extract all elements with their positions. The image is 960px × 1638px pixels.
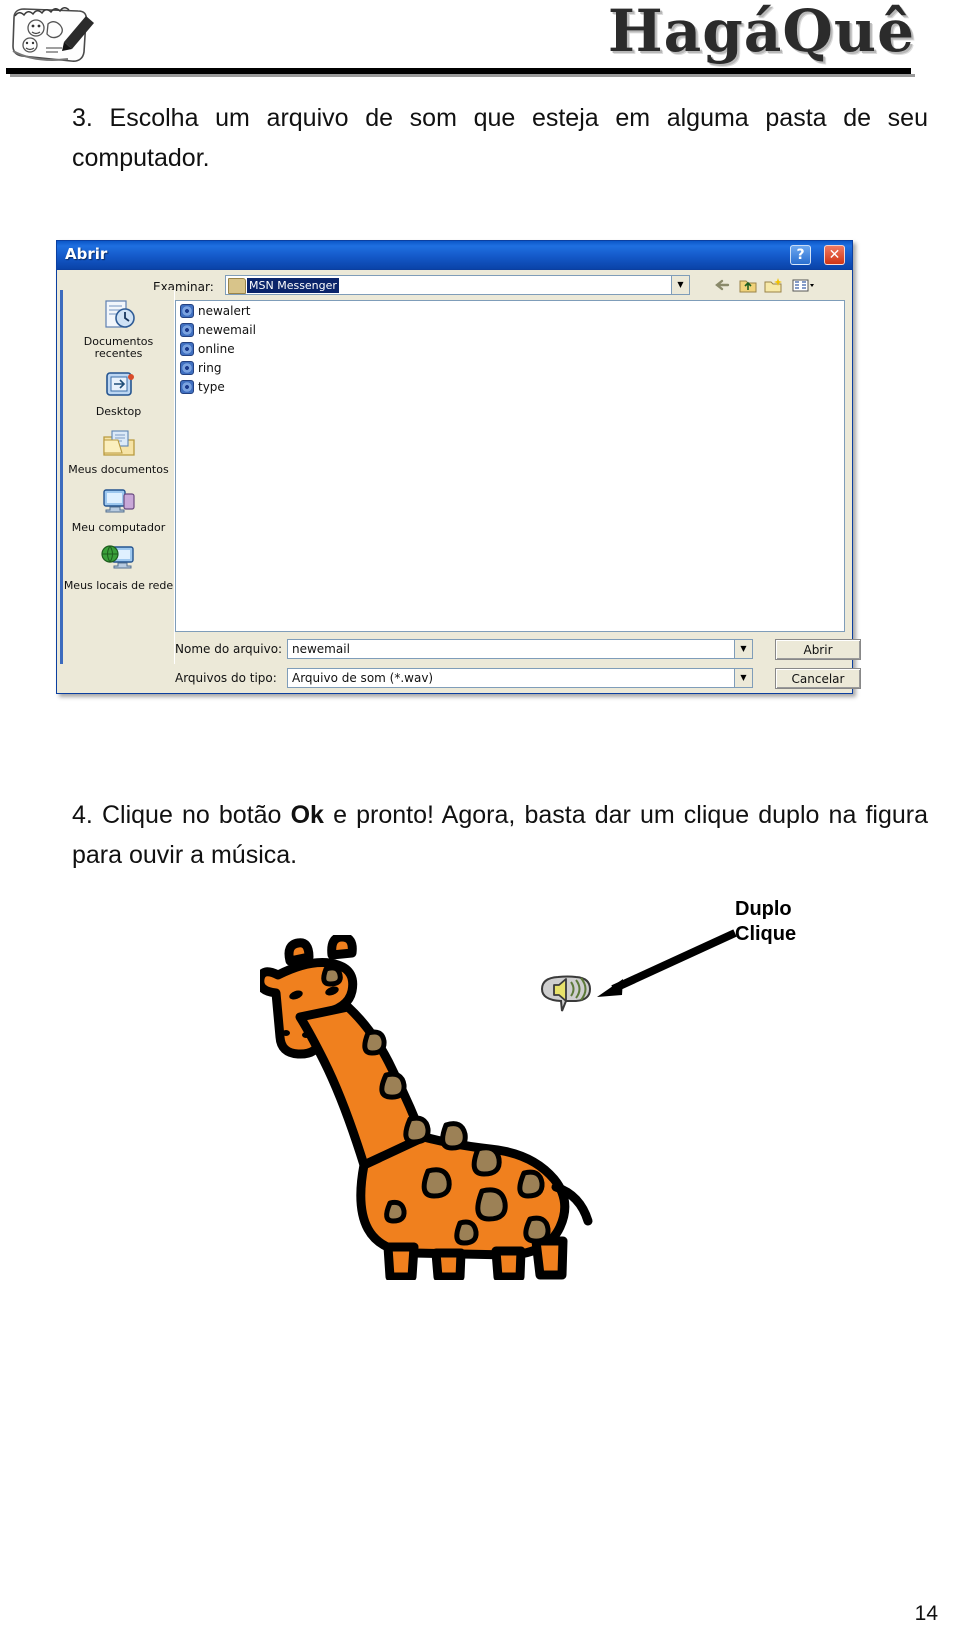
open-file-dialog[interactable]: Abrir ? ✕ Examinar: MSN Messenger ▼ Docu… — [56, 240, 861, 694]
file-name: newalert — [198, 303, 251, 318]
place-label: Documentos recentes — [83, 335, 154, 360]
network-places-icon — [98, 542, 140, 578]
file-name: newemail — [198, 322, 256, 337]
wav-file-icon — [180, 322, 194, 337]
list-item[interactable]: type — [176, 377, 844, 396]
up-one-level-icon[interactable] — [738, 276, 758, 295]
place-label: Desktop — [95, 405, 142, 418]
annotation-line-2: Clique — [735, 923, 797, 945]
look-in-combo[interactable]: MSN Messenger ▼ — [225, 275, 690, 295]
place-item-network-places[interactable]: Meus locais de rede — [63, 542, 174, 592]
file-name: online — [198, 341, 235, 356]
place-label: Meu computador — [71, 521, 166, 534]
file-list[interactable]: newalert newemail online ring type — [175, 300, 845, 632]
file-name-input[interactable]: newemail ▼ — [287, 639, 753, 659]
header-divider-shadow — [10, 74, 915, 77]
wav-file-icon — [180, 360, 194, 375]
step-4-text: 4. Clique no botão Ok e pronto! Agora, b… — [72, 795, 928, 875]
step-3-body: Escolha um arquivo de som que esteja em … — [72, 104, 928, 172]
brand-wordmark: HagáQuê — [607, 0, 915, 65]
annotation-line-1: Duplo — [735, 898, 792, 920]
recent-documents-icon — [98, 298, 140, 334]
look-in-value: MSN Messenger — [247, 278, 339, 293]
views-dropdown-icon[interactable] — [791, 276, 819, 295]
back-arrow-icon[interactable] — [713, 276, 733, 295]
places-bar[interactable]: Documentos recentes Desktop Meus documen… — [60, 290, 175, 664]
place-item-my-documents[interactable]: Meus documentos — [63, 426, 174, 476]
file-name-label: Nome do arquivo: — [175, 642, 283, 656]
file-type-label: Arquivos do tipo: — [175, 671, 277, 685]
folder-icon — [228, 278, 246, 294]
step-4-number: 4. — [72, 801, 93, 829]
figure-area: Duplo Clique — [0, 885, 960, 1315]
wav-file-icon — [180, 341, 194, 356]
list-item[interactable]: ring — [176, 358, 844, 377]
wav-file-icon — [180, 303, 194, 318]
look-in-row: Examinar: MSN Messenger ▼ — [153, 275, 843, 299]
file-name-value: newemail — [292, 642, 350, 656]
my-computer-icon — [98, 484, 140, 520]
close-button[interactable]: ✕ — [824, 245, 845, 265]
file-name: type — [198, 379, 225, 394]
page-header: HagáQuê — [0, 0, 960, 78]
step-4-part-a: Clique no botão — [101, 801, 291, 829]
step-4-bold-ok: Ok — [290, 801, 324, 829]
giraffe-drawing[interactable] — [255, 932, 610, 1282]
step-3-number: 3. — [72, 104, 93, 132]
list-item[interactable]: online — [176, 339, 844, 358]
comic-notebook-sketch-icon — [8, 4, 98, 68]
dialog-titlebar[interactable]: Abrir ? ✕ — [57, 241, 852, 270]
place-label: Meus locais de rede — [63, 579, 174, 592]
my-documents-icon — [98, 426, 140, 462]
dialog-title: Abrir — [65, 245, 108, 263]
list-item[interactable]: newemail — [176, 320, 844, 339]
duplo-clique-annotation: Duplo Clique — [735, 897, 855, 947]
desktop-icon — [98, 368, 140, 404]
wav-file-icon — [180, 379, 194, 394]
dialog-body: Examinar: MSN Messenger ▼ Documentos rec… — [57, 270, 861, 693]
chevron-down-icon[interactable]: ▼ — [671, 276, 689, 294]
chevron-down-icon[interactable]: ▼ — [734, 669, 752, 687]
file-type-value: Arquivo de som (*.wav) — [292, 671, 434, 685]
file-name: ring — [198, 360, 222, 375]
place-item-my-computer[interactable]: Meu computador — [63, 484, 174, 534]
place-label: Meus documentos — [68, 463, 169, 476]
open-button[interactable]: Abrir — [775, 639, 861, 660]
help-button[interactable]: ? — [790, 245, 811, 265]
page-number: 14 — [914, 1602, 938, 1625]
file-type-select[interactable]: Arquivo de som (*.wav) ▼ — [287, 668, 753, 688]
new-folder-icon[interactable] — [763, 276, 783, 295]
chevron-down-icon[interactable]: ▼ — [734, 640, 752, 658]
list-item[interactable]: newalert — [176, 301, 844, 320]
step-3-text: 3. Escolha um arquivo de som que esteja … — [72, 98, 928, 178]
cancel-button[interactable]: Cancelar — [775, 668, 861, 689]
place-item-desktop[interactable]: Desktop — [63, 368, 174, 418]
place-item-recent-documents[interactable]: Documentos recentes — [63, 298, 174, 360]
